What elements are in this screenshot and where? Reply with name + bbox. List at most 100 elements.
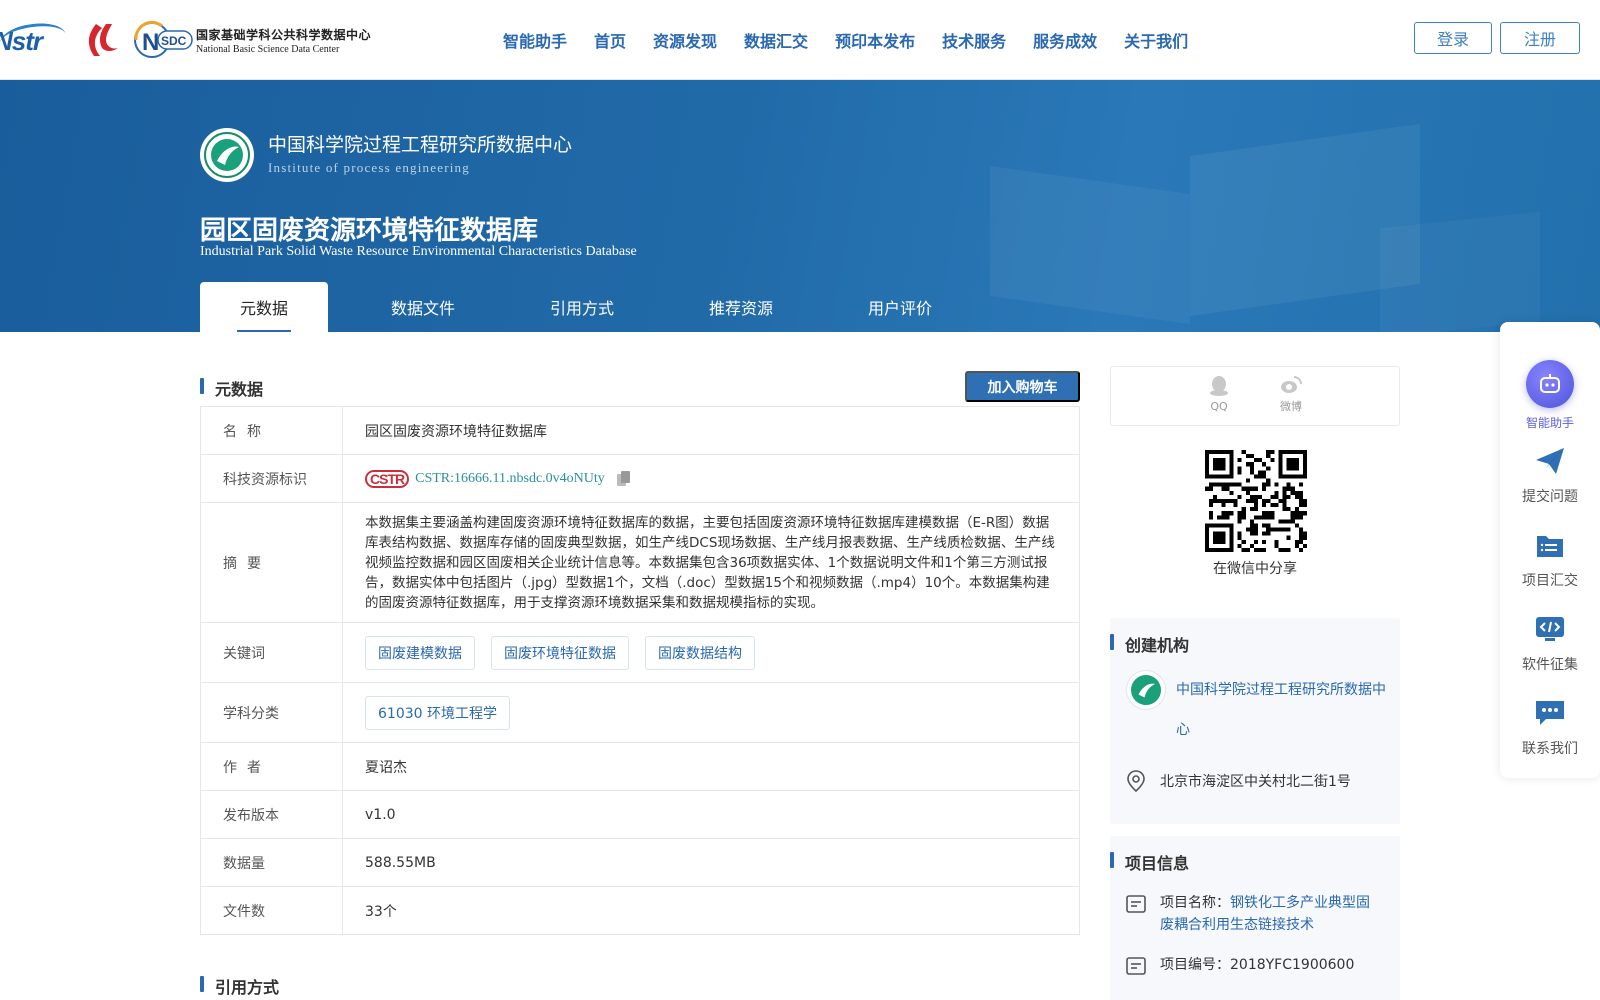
paper-plane-icon <box>1536 448 1564 474</box>
float-ai-assistant[interactable]: 智能助手 <box>1500 360 1600 431</box>
wechat-share-caption: 在微信中分享 <box>1213 561 1297 577</box>
logo-group: Nstr N SDC 国家基础学科公共科学数据中心 National Basic… <box>0 18 371 62</box>
cas-logo[interactable] <box>82 20 122 60</box>
dataset-tabs: 元数据 数据文件 引用方式 推荐资源 用户评价 <box>200 282 995 332</box>
nav-tech-service[interactable]: 技术服务 <box>942 28 1006 52</box>
table-row: 作者 夏诏杰 <box>201 743 1079 791</box>
table-row: 名称 园区固废资源环境特征数据库 <box>201 407 1079 455</box>
float-software-collection[interactable]: 软件征集 <box>1500 614 1600 674</box>
nstl-logo[interactable]: Nstr <box>0 19 68 60</box>
folder-list-icon <box>1537 536 1563 557</box>
row-label: 关键词 <box>201 623 343 682</box>
dataset-name-value: 园区固废资源环境特征数据库 <box>365 423 547 440</box>
keywords-cell: 固废建模数据 固废环境特征数据 固废数据结构 <box>343 623 1079 682</box>
cstr-link[interactable]: CSTR:16666.11.nbsdc.0v4oNUty <box>415 471 605 487</box>
project-card-icon <box>1126 895 1146 913</box>
nsdc-logo[interactable]: N SDC 国家基础学科公共科学数据中心 National Basic Scie… <box>132 20 371 60</box>
creator-institution-link[interactable]: 中国科学院过程工程研究所数据中心 <box>1176 670 1386 750</box>
creator-section-title: 创建机构 <box>1110 632 1189 656</box>
cstr-cell: CSTR CSTR:16666.11.nbsdc.0v4oNUty <box>343 455 1079 502</box>
nav-home[interactable]: 首页 <box>594 28 626 52</box>
tab-recommended[interactable]: 推荐资源 <box>677 282 805 332</box>
nsdc-name-cn: 国家基础学科公共科学数据中心 <box>196 27 372 42</box>
share-weibo-label: 微博 <box>1280 400 1302 413</box>
weibo-icon <box>1281 376 1302 393</box>
svg-text:N: N <box>142 29 159 56</box>
table-row: 文件数 33个 <box>201 887 1079 935</box>
data-size-value: 588.55MB <box>365 854 436 871</box>
float-contact-us[interactable]: 联系我们 <box>1500 698 1600 758</box>
float-submit-question[interactable]: 提交问题 <box>1500 446 1600 506</box>
nav-ai-assistant[interactable]: 智能助手 <box>503 28 567 52</box>
keyword-tag[interactable]: 固废数据结构 <box>645 635 755 670</box>
project-section-title: 项目信息 <box>1110 850 1189 874</box>
creator-address: 北京市海淀区中关村北二街1号 <box>1126 770 1351 792</box>
row-label: 作者 <box>201 743 343 790</box>
project-number-value: 2018YFC1900600 <box>1230 957 1355 973</box>
row-label: 摘要 <box>201 503 343 622</box>
nav-preprint[interactable]: 预印本发布 <box>835 28 915 52</box>
dataset-title: 园区固废资源环境特征数据库 <box>200 216 539 246</box>
tab-user-reviews[interactable]: 用户评价 <box>836 282 964 332</box>
metadata-table: 名称 园区固废资源环境特征数据库 科技资源标识 CSTR CSTR:16666.… <box>200 406 1080 935</box>
creator-institution: 中国科学院过程工程研究所数据中心 <box>1126 670 1386 750</box>
table-row: 学科分类 61030 环境工程学 <box>201 683 1079 743</box>
table-row: 数据量 588.55MB <box>201 839 1079 887</box>
keyword-tag[interactable]: 固废建模数据 <box>365 635 475 670</box>
project-name-row: 项目名称：钢铁化工多产业典型固废耦合利用生态链接技术 <box>1126 892 1380 936</box>
row-label: 数据量 <box>201 839 343 886</box>
wechat-qr-code <box>1205 450 1307 552</box>
creator-panel: 创建机构 中国科学院过程工程研究所数据中心 北京市海淀区中关村北二街1号 <box>1110 618 1400 824</box>
nav-resource-discovery[interactable]: 资源发现 <box>653 28 717 52</box>
svg-text:SDC: SDC <box>161 34 187 48</box>
abstract-value: 本数据集主要涵盖构建固废资源环境特征数据库的数据，主要包括固废资源环境特征数据库… <box>365 515 1055 611</box>
file-count-value: 33个 <box>365 903 397 920</box>
share-weibo[interactable]: 微博 <box>1271 375 1311 414</box>
subject-cell: 61030 环境工程学 <box>343 683 1079 742</box>
table-row: 关键词 固废建模数据 固废环境特征数据 固废数据结构 <box>201 623 1079 683</box>
login-button[interactable]: 登录 <box>1414 22 1492 54</box>
nav-data-submission[interactable]: 数据汇交 <box>744 28 808 52</box>
institution-name[interactable]: 中国科学院过程工程研究所数据中心 <box>268 130 572 157</box>
float-project-label: 项目汇交 <box>1522 573 1578 589</box>
project-number-label: 项目编号： <box>1160 957 1230 973</box>
register-button[interactable]: 注册 <box>1500 22 1580 54</box>
version-value: v1.0 <box>365 806 396 823</box>
author-value: 夏诏杰 <box>365 759 407 776</box>
table-row: 发布版本 v1.0 <box>201 791 1079 839</box>
institution-name-en: Institute of process engineering <box>268 160 470 175</box>
table-row: 科技资源标识 CSTR CSTR:16666.11.nbsdc.0v4oNUty <box>201 455 1079 503</box>
float-ai-label: 智能助手 <box>1525 416 1574 430</box>
float-submit-label: 提交问题 <box>1522 489 1578 505</box>
project-number-icon <box>1126 957 1146 975</box>
row-label: 发布版本 <box>201 791 343 838</box>
share-box: QQ 微博 <box>1110 366 1400 426</box>
tab-data-files[interactable]: 数据文件 <box>359 282 487 332</box>
qq-icon <box>1210 376 1228 396</box>
float-software-label: 软件征集 <box>1522 657 1578 673</box>
citation-section-title: 引用方式 <box>200 974 279 998</box>
nav-about[interactable]: 关于我们 <box>1124 28 1188 52</box>
chat-bubble-icon <box>1536 701 1564 725</box>
top-header: Nstr N SDC 国家基础学科公共科学数据中心 National Basic… <box>0 0 1600 80</box>
keyword-tag[interactable]: 固废环境特征数据 <box>491 635 629 670</box>
institution-logo <box>200 128 254 182</box>
floating-toolbar: 智能助手 提交问题 项目汇交 软件征集 联系我们 <box>1500 322 1600 778</box>
project-name-label: 项目名称： <box>1160 895 1230 911</box>
share-qq[interactable]: QQ <box>1199 375 1239 413</box>
copy-icon[interactable] <box>616 470 631 487</box>
tab-citation[interactable]: 引用方式 <box>518 282 646 332</box>
metadata-section-title: 元数据 <box>200 376 263 400</box>
tab-metadata[interactable]: 元数据 <box>200 282 328 332</box>
project-panel: 项目信息 项目名称：钢铁化工多产业典型固废耦合利用生态链接技术 项目编号：201… <box>1110 836 1400 1000</box>
add-to-cart-button[interactable]: 加入购物车 <box>965 371 1080 402</box>
float-project-submission[interactable]: 项目汇交 <box>1500 530 1600 590</box>
code-icon <box>1536 617 1564 641</box>
dataset-banner: 中国科学院过程工程研究所数据中心 Institute of process en… <box>0 80 1600 332</box>
robot-icon <box>1526 360 1574 408</box>
main-nav: 智能助手 首页 资源发现 数据汇交 预印本发布 技术服务 服务成效 关于我们 <box>503 28 1215 52</box>
subject-tag[interactable]: 61030 环境工程学 <box>365 695 510 730</box>
row-label: 科技资源标识 <box>201 455 343 502</box>
location-pin-icon <box>1127 770 1145 792</box>
nav-service-results[interactable]: 服务成效 <box>1033 28 1097 52</box>
